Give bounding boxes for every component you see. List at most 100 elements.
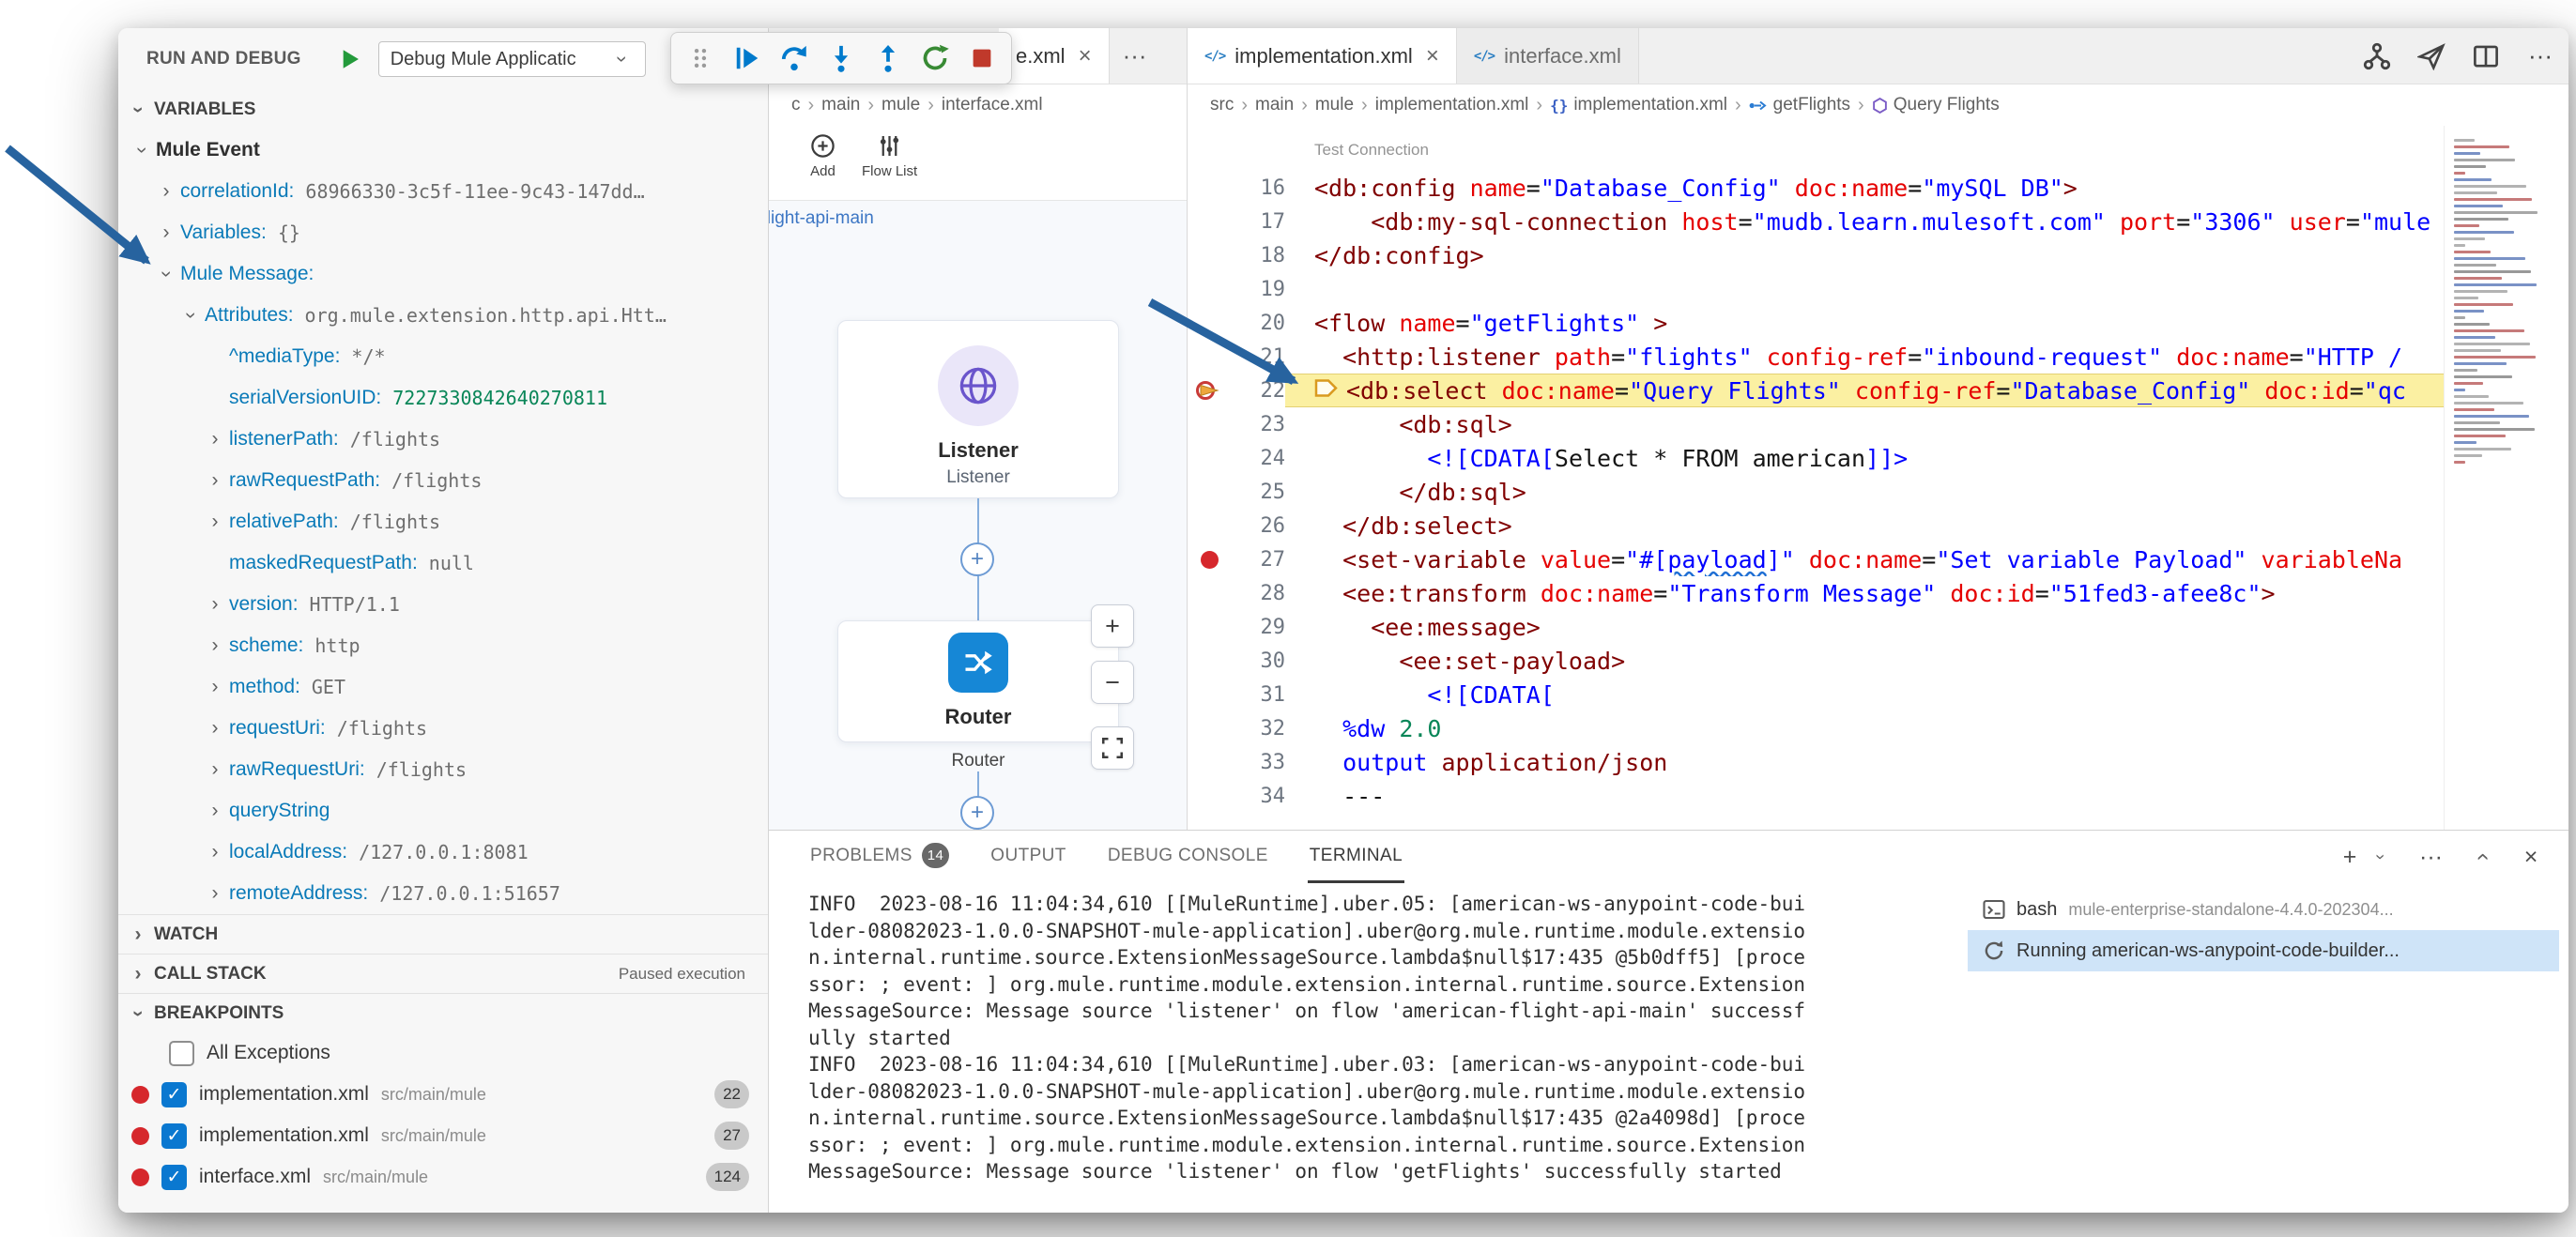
variable-row[interactable]: ^mediaType: */*	[118, 336, 768, 377]
insert-component-button[interactable]: +	[960, 542, 994, 576]
breadcrumb-item[interactable]: mule	[1315, 95, 1354, 115]
variable-row[interactable]: › Mule Message:	[118, 253, 768, 295]
breakpoint-checkbox[interactable]: ✓	[161, 1164, 187, 1190]
close-icon[interactable]: ×	[1079, 43, 1092, 69]
breakpoint-row[interactable]: ✓ implementation.xml src/main/mule 27	[118, 1115, 768, 1156]
fit-view-button[interactable]	[1091, 726, 1134, 770]
start-debug-button[interactable]	[333, 42, 367, 76]
new-terminal-button[interactable]: +	[2338, 844, 2361, 871]
chevron-right-icon[interactable]: ›	[203, 799, 227, 823]
variable-row[interactable]: › rawRequestPath: /flights	[118, 460, 768, 501]
all-exceptions-checkbox[interactable]	[169, 1040, 194, 1066]
variable-row[interactable]: › Attributes: org.mule.extension.http.api.…	[118, 295, 768, 336]
flow-title-link[interactable]: american-flight-api-main	[769, 208, 874, 229]
flow-graph-button[interactable]	[2362, 41, 2392, 71]
chevron-right-icon[interactable]: ›	[203, 881, 227, 906]
breadcrumb-item[interactable]: mule	[882, 95, 920, 115]
code-line-28[interactable]: 28 <ee:transform doc:name = "Transform Mes…	[1188, 576, 2444, 610]
maximize-panel-button[interactable]: ›	[2468, 845, 2494, 869]
variable-row[interactable]: › version: HTTP/1.1	[118, 584, 768, 625]
variables-section-header[interactable]: › VARIABLES	[118, 90, 768, 130]
variable-row[interactable]: › Mule Event	[118, 130, 768, 171]
variable-row[interactable]: › relativePath: /flights	[118, 501, 768, 542]
variable-row[interactable]: › requestUri: /flights	[118, 708, 768, 749]
breakpoint-checkbox[interactable]: ✓	[161, 1122, 187, 1149]
test-connection-codelens[interactable]: Test Connection	[1188, 139, 2568, 171]
code-line-32[interactable]: 32 %dw 2.0	[1188, 711, 2444, 745]
panel-more-actions-button[interactable]: ···	[2419, 844, 2443, 871]
zoom-out-button[interactable]: −	[1091, 661, 1134, 704]
all-exceptions-row[interactable]: All Exceptions	[118, 1032, 768, 1074]
stop-button[interactable]	[961, 38, 1003, 79]
terminal-session[interactable]: bash mule-enterprise-standalone-4.4.0-202…	[1968, 889, 2559, 930]
breadcrumb-item[interactable]: src	[1210, 95, 1234, 115]
variable-row[interactable]: serialVersionUID: 7227330842640270811	[118, 377, 768, 419]
chevron-right-icon[interactable]: ›	[203, 592, 227, 617]
tab-interface-xml-partial[interactable]: e.xml ×	[999, 28, 1110, 84]
chevron-right-icon[interactable]: ›	[154, 221, 178, 245]
panel-tab-debug-console[interactable]: DEBUG CONSOLE	[1106, 831, 1270, 883]
chevron-down-icon[interactable]: ›	[130, 138, 154, 162]
breakpoint-paused-icon[interactable]	[1188, 378, 1231, 403]
code-line-26[interactable]: 26 </db:select>	[1188, 509, 2444, 542]
variable-row[interactable]: › rawRequestUri: /flights	[118, 749, 768, 790]
tab-interface-xml[interactable]: </> interface.xml	[1456, 28, 1639, 84]
chevron-right-icon[interactable]: ›	[203, 840, 227, 864]
restart-button[interactable]	[914, 38, 956, 79]
chevron-right-icon[interactable]: ›	[203, 757, 227, 782]
chevron-right-icon[interactable]: ›	[203, 468, 227, 493]
breadcrumb-item[interactable]: Query Flights	[1872, 95, 2000, 115]
launch-configuration-dropdown[interactable]: Debug Mule Applicatic ›	[377, 41, 646, 77]
terminal-session[interactable]: Running american-ws-anypoint-code-builde…	[1968, 930, 2559, 971]
panel-tab-output[interactable]: OUTPUT	[989, 831, 1068, 883]
continue-button[interactable]	[727, 38, 768, 79]
variable-row[interactable]: › correlationId: 68966330-3c5f-11ee-9c43-1…	[118, 171, 768, 212]
breakpoint-checkbox[interactable]: ✓	[161, 1081, 187, 1107]
code-line-25[interactable]: 25 </db:sql>	[1188, 475, 2444, 509]
close-panel-button[interactable]: ×	[2520, 844, 2542, 871]
terminal-output[interactable]: INFO 2023-08-16 11:04:34,610 [[MuleRunti…	[769, 883, 1968, 1213]
panel-tab-problems[interactable]: PROBLEMS 14	[808, 831, 951, 883]
panel-tab-terminal[interactable]: TERMINAL	[1307, 831, 1405, 883]
variable-row[interactable]: › localAddress: /127.0.0.1:8081	[118, 832, 768, 873]
code-line-20[interactable]: 20 <flow name = "getFlights" >	[1188, 306, 2444, 340]
deploy-button[interactable]	[2416, 41, 2446, 71]
step-into-button[interactable]	[820, 38, 862, 79]
chevron-down-icon[interactable]: ›	[178, 303, 203, 328]
listener-node[interactable]: Listener Listener	[837, 320, 1119, 498]
close-icon[interactable]: ×	[1426, 43, 1439, 69]
chevron-right-icon[interactable]: ›	[203, 675, 227, 699]
code-line-21[interactable]: 21 <http:listener path = "flights" config-…	[1188, 340, 2444, 374]
router-node[interactable]: Router	[837, 620, 1119, 742]
watch-section-header[interactable]: › WATCH	[118, 914, 768, 954]
code-line-19[interactable]: 19	[1188, 272, 2444, 306]
code-line-17[interactable]: 17 <db:my-sql-connection host = "mudb.lear…	[1188, 205, 2444, 238]
breakpoint-row[interactable]: ✓ implementation.xml src/main/mule 22	[118, 1074, 768, 1115]
variable-row[interactable]: › remoteAddress: /127.0.0.1:51657	[118, 873, 768, 914]
code-line-30[interactable]: 30 <ee:set-payload>	[1188, 644, 2444, 678]
code-line-27[interactable]: 27 <set-variable value = "#[payload]" doc:…	[1188, 542, 2444, 576]
breadcrumb-item[interactable]: {} implementation.xml	[1550, 95, 1727, 115]
code-line-29[interactable]: 29 <ee:message>	[1188, 610, 2444, 644]
breadcrumb-item[interactable]: getFlights	[1749, 95, 1850, 115]
breakpoint-row[interactable]: ✓ interface.xml src/main/mule 124	[118, 1156, 768, 1198]
variable-row[interactable]: › queryString	[118, 790, 768, 832]
code-editor[interactable]: Test Connection 16 <db:config name = "Datab…	[1188, 126, 2568, 830]
code-line-33[interactable]: 33 output application/json	[1188, 745, 2444, 779]
step-out-button[interactable]	[867, 38, 909, 79]
insert-component-button[interactable]: +	[960, 796, 994, 830]
flow-list-button[interactable]: Flow List	[862, 133, 917, 179]
chevron-right-icon[interactable]: ›	[203, 634, 227, 658]
variable-row[interactable]: › scheme: http	[118, 625, 768, 666]
terminal-dropdown-button[interactable]: ›	[2369, 845, 2393, 869]
breadcrumb-item[interactable]: c	[791, 95, 801, 115]
breadcrumb-item[interactable]: implementation.xml	[1375, 95, 1529, 115]
tab-overflow-button[interactable]: ···	[1110, 28, 1160, 84]
breakpoints-section-header[interactable]: › BREAKPOINTS	[118, 993, 768, 1032]
more-actions-button[interactable]: ···	[2525, 41, 2555, 71]
chevron-right-icon[interactable]: ›	[203, 427, 227, 451]
variable-row[interactable]: › method: GET	[118, 666, 768, 708]
variable-row[interactable]: › listenerPath: /flights	[118, 419, 768, 460]
call-stack-section-header[interactable]: › CALL STACK Paused execution	[118, 954, 768, 993]
breadcrumb-item[interactable]: main	[821, 95, 860, 115]
